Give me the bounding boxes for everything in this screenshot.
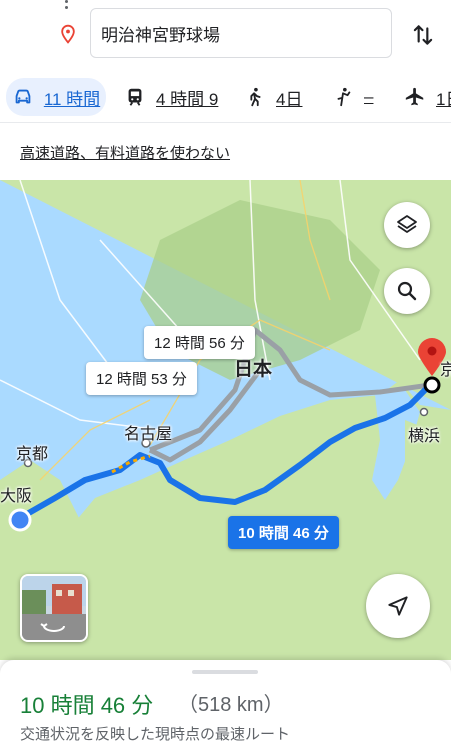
route-duration: 10 時間 46 分 [20, 693, 154, 718]
avoid-highways-link[interactable]: 高速道路、有料道路を使わない [20, 142, 230, 163]
route-label-alt-2[interactable]: 12 時間 53 分 [86, 362, 197, 395]
walking-icon [250, 87, 261, 107]
swap-icon[interactable] [410, 22, 436, 48]
place-label-nagoya: 名古屋 [124, 426, 173, 443]
map-view[interactable]: 12 時間 56 分 12 時間 53 分 10 時間 46 分 日本 名古屋 … [0, 180, 451, 660]
tab-driving-label: 11 時間 [43, 89, 101, 109]
tabs-divider [0, 122, 451, 123]
place-label-osaka: 大阪 [0, 488, 33, 505]
navigation-arrow-icon [388, 596, 408, 616]
route-note: 交通状況を反映した現時点の最速ルート [20, 726, 291, 743]
tab-ride[interactable]: – [332, 78, 373, 116]
place-label-kyoto: 京都 [16, 446, 49, 463]
train-icon [128, 88, 142, 106]
tab-walking[interactable]: 4日 [244, 78, 302, 116]
tab-flight-label: 1日 [436, 89, 451, 109]
travel-mode-tabs: 11 時間 4 時間 9 4日 – 1日 [0, 78, 451, 116]
ride-hailing-icon [337, 87, 351, 107]
destination-input[interactable]: 明治神宮野球場 [90, 8, 392, 58]
car-icon [15, 89, 31, 104]
tab-flight[interactable]: 1日 [404, 78, 451, 116]
destination-pin-icon [61, 24, 75, 44]
airplane-icon [405, 87, 424, 106]
more-stops-dots-icon [64, 0, 70, 14]
place-label-tokyo: 京 [440, 362, 451, 379]
route-summary-sheet[interactable]: 10 時間 46 分 （518 km） 交通状況を反映した現時点の最速ルート [0, 660, 451, 750]
tab-driving[interactable]: 11 時間 [6, 78, 106, 116]
search-icon [397, 281, 417, 301]
street-view-thumbnail[interactable] [20, 574, 88, 642]
tab-walking-label: 4日 [276, 89, 303, 109]
sheet-drag-handle[interactable] [192, 670, 258, 674]
origin-dot [8, 508, 32, 532]
street-view-photo [22, 576, 86, 640]
layers-button[interactable] [384, 202, 430, 248]
route-distance: （518 km） [178, 694, 284, 716]
destination-dot [423, 376, 441, 394]
my-location-button[interactable] [366, 574, 430, 638]
destination-text: 明治神宮野球場 [101, 25, 220, 45]
search-button[interactable] [384, 268, 430, 314]
route-label-best[interactable]: 10 時間 46 分 [228, 516, 339, 549]
tab-transit[interactable]: 4 時間 9 [124, 78, 218, 116]
place-label-yokohama: 横浜 [408, 428, 441, 445]
place-label-japan: 日本 [234, 359, 273, 380]
layers-icon [397, 215, 417, 233]
tab-ride-label: – [364, 87, 374, 106]
tab-transit-label: 4 時間 9 [156, 89, 219, 109]
